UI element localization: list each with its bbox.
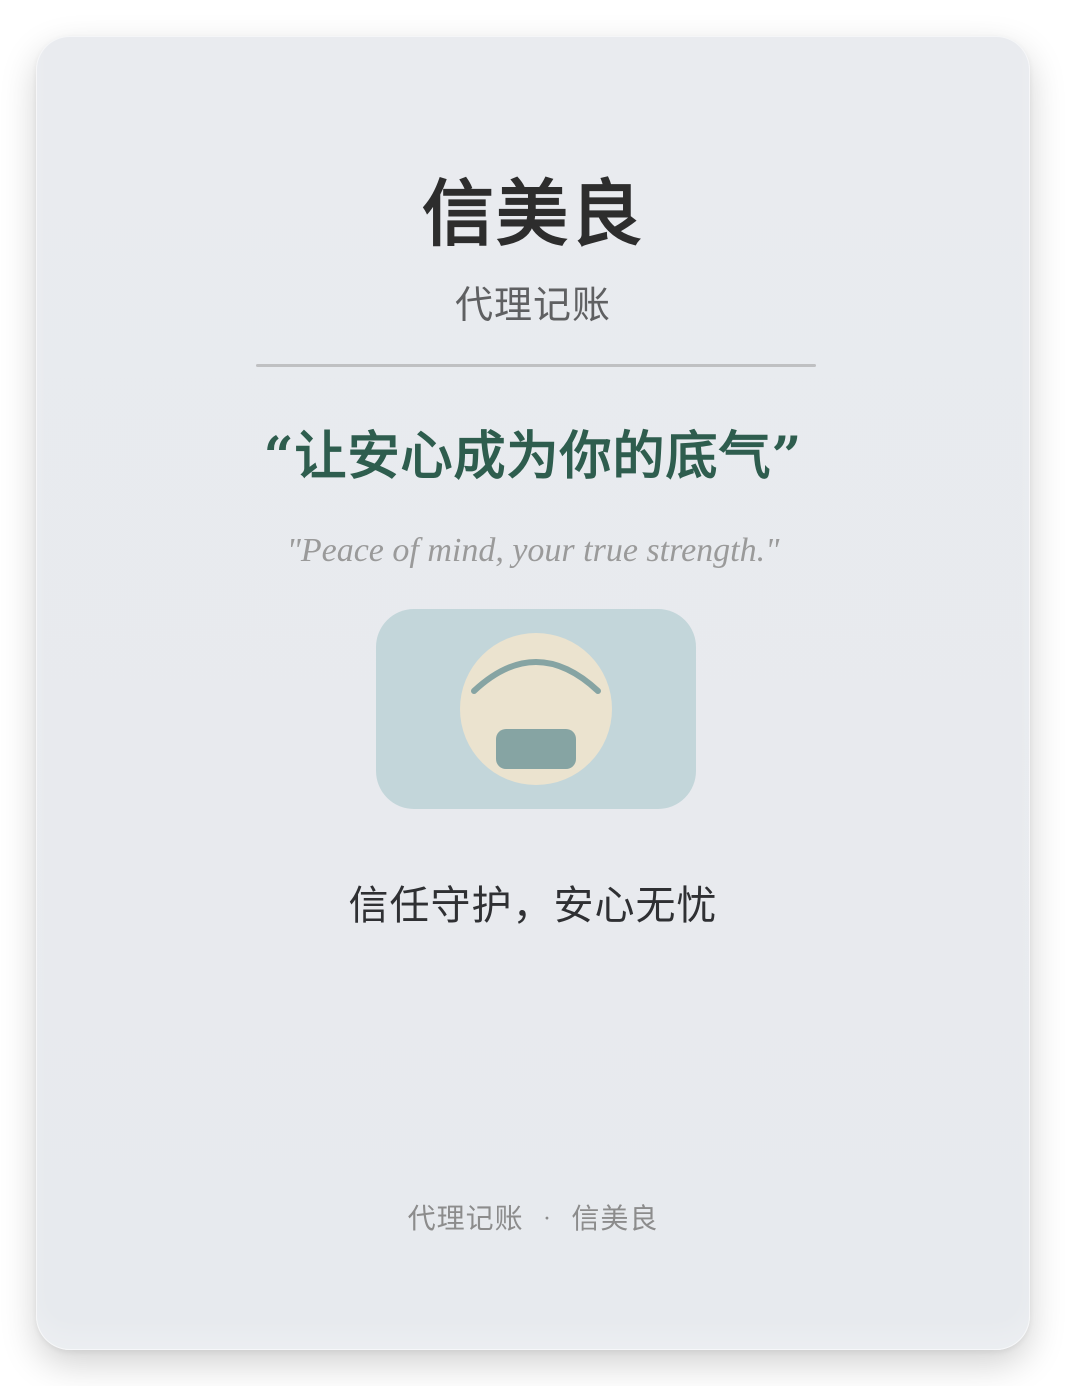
icon-panel <box>376 609 696 809</box>
english-slogan: "Peace of mind, your true strength." <box>286 532 780 569</box>
page: 信美良 代理记账 “让安心成为你的底气” "Peace of mind, you… <box>0 0 1066 1386</box>
poster-card: 信美良 代理记账 “让安心成为你的底气” "Peace of mind, you… <box>36 36 1030 1350</box>
section-divider <box>256 364 816 367</box>
footer-line: 代理记账 · 信美良 <box>36 1202 1030 1235</box>
trust-badge-icon <box>460 633 612 785</box>
trust-caption: 信任守护，安心无忧 <box>348 883 718 929</box>
brand-subtitle: 代理记账 <box>454 283 611 327</box>
footer-service: 代理记账 <box>407 1202 524 1235</box>
footer-separator: · <box>543 1207 552 1232</box>
chinese-slogan: “让安心成为你的底气” <box>263 426 803 487</box>
footer-brand: 信美良 <box>571 1202 659 1235</box>
brand-title: 信美良 <box>421 171 644 256</box>
